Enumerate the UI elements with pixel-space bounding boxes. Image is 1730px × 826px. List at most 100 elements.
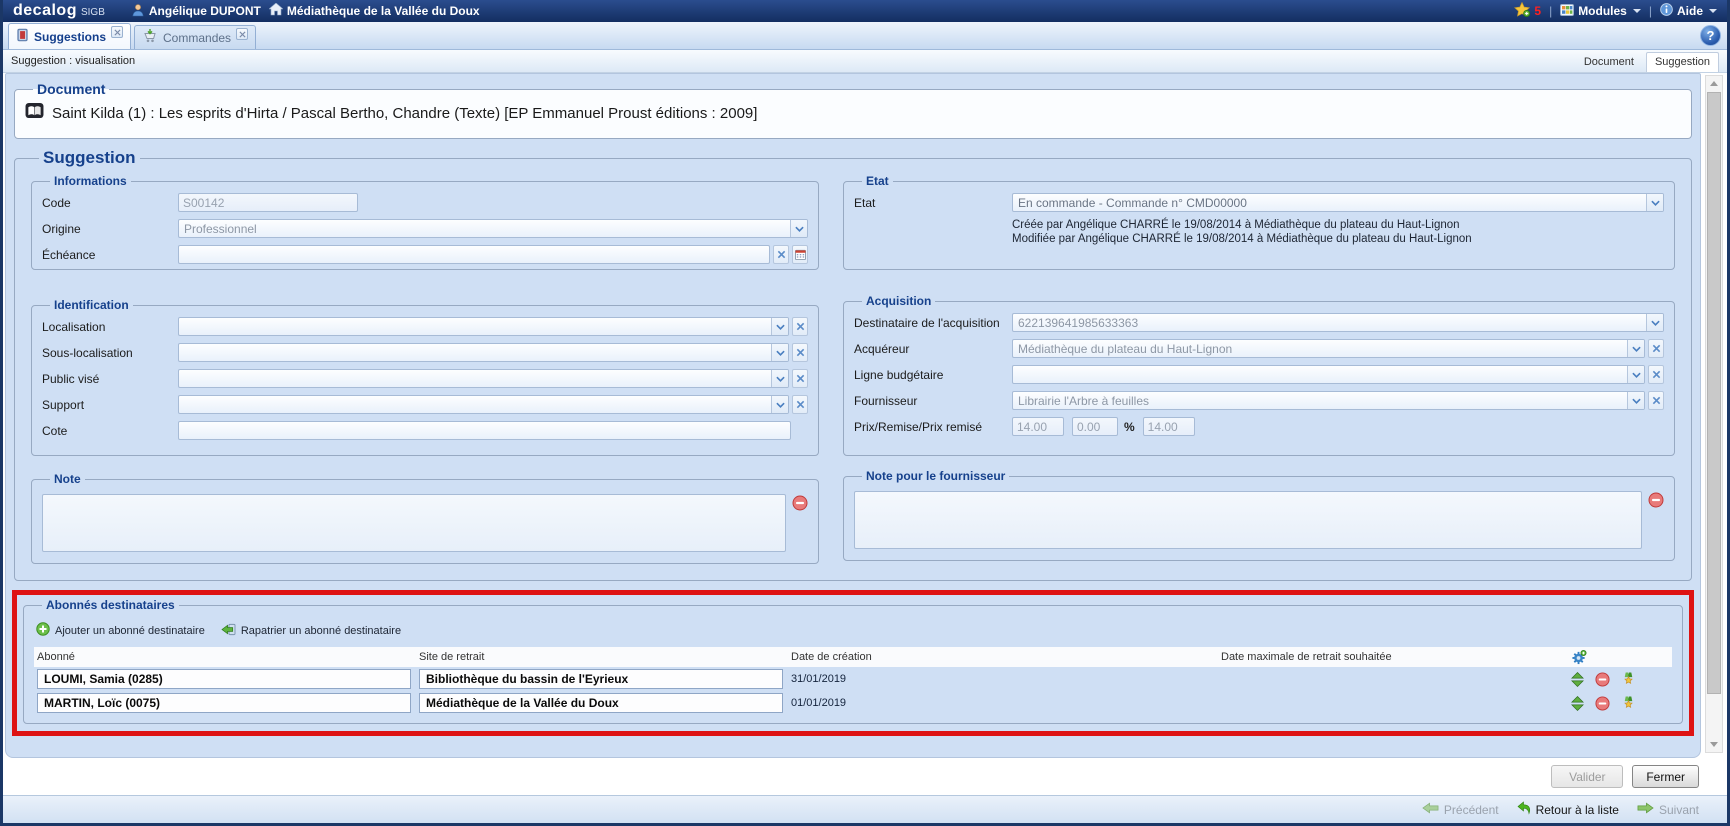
abonne-cell[interactable]: MARTIN, Loïc (0075) — [37, 693, 411, 713]
chevron-down-icon[interactable] — [1627, 366, 1644, 383]
vertical-scrollbar[interactable] — [1705, 75, 1723, 753]
remove-note-icon[interactable] — [1648, 492, 1664, 513]
localisation-select[interactable] — [178, 317, 789, 336]
remove-note-icon[interactable] — [792, 495, 808, 516]
sous-localisation-select[interactable] — [178, 343, 789, 362]
columns-gear-icon[interactable] — [1571, 650, 1669, 665]
move-row-icon[interactable] — [1571, 672, 1584, 687]
current-site[interactable]: Médiathèque de la Vallée du Doux — [269, 3, 480, 19]
caret-down-icon — [1709, 9, 1717, 13]
remove-row-icon[interactable] — [1595, 696, 1610, 711]
current-user[interactable]: Angélique DUPONT — [131, 3, 261, 20]
medal-star-icon[interactable] — [1621, 696, 1636, 711]
rapatrier-abonne-button[interactable]: Rapatrier un abonné destinataire — [221, 623, 401, 639]
code-field[interactable] — [178, 193, 358, 212]
chevron-down-icon[interactable] — [1627, 340, 1644, 357]
chevron-down-icon[interactable] — [790, 220, 807, 237]
favorites-count: 5 — [1534, 4, 1541, 18]
retour-liste-link[interactable]: Retour à la liste — [1517, 801, 1619, 818]
add-abonne-button[interactable]: Ajouter un abonné destinataire — [36, 622, 205, 639]
localisation-label: Localisation — [42, 320, 178, 334]
chevron-down-icon[interactable] — [771, 370, 788, 387]
view-suggestion[interactable]: Suggestion — [1646, 52, 1719, 72]
tab-close-icon[interactable] — [111, 26, 123, 38]
medal-star-icon[interactable] — [1621, 672, 1636, 687]
main-content: Document Saint Kilda (1) : Les esprits d… — [3, 73, 1727, 758]
retour-liste-label: Retour à la liste — [1536, 803, 1619, 817]
document-title: Saint Kilda (1) : Les esprits d'Hirta / … — [52, 105, 757, 122]
return-arrow-icon — [1517, 801, 1531, 818]
tab-suggestions[interactable]: Suggestions — [8, 23, 131, 49]
ligne-budgetaire-label: Ligne budgétaire — [854, 368, 1012, 382]
acquisition-fieldset: Acquisition Destinataire de l'acquisitio… — [843, 294, 1675, 456]
destinataire-select[interactable]: 622139641985633363 — [1012, 313, 1664, 332]
fermer-button[interactable]: Fermer — [1632, 765, 1699, 788]
precedent-link[interactable]: Précédent — [1422, 802, 1499, 817]
suivant-link[interactable]: Suivant — [1637, 802, 1699, 817]
clear-x-icon[interactable] — [792, 343, 808, 362]
clear-x-icon[interactable] — [1648, 365, 1664, 384]
chevron-down-icon[interactable] — [1646, 194, 1663, 211]
modules-grid-icon — [1560, 4, 1574, 19]
help-icon[interactable]: ? — [1700, 25, 1721, 46]
informations-fieldset: Informations Code Origine Professionnel — [31, 174, 819, 270]
cote-field[interactable] — [178, 421, 791, 440]
clear-x-icon[interactable] — [773, 245, 789, 264]
chevron-down-icon[interactable] — [771, 344, 788, 361]
view-switch: Document Suggestion — [1576, 50, 1719, 72]
view-document[interactable]: Document — [1576, 53, 1642, 72]
site-retrait-cell[interactable]: Médiathèque de la Vallée du Doux — [419, 693, 783, 713]
remise-field[interactable] — [1072, 417, 1118, 436]
scroll-up-icon[interactable] — [1706, 76, 1722, 91]
chevron-down-icon[interactable] — [1646, 314, 1663, 331]
table-row: LOUMI, Samia (0285) Bibliothèque du bass… — [34, 667, 1672, 691]
aide-menu[interactable]: Aide — [1660, 3, 1717, 19]
etat-select[interactable]: En commande - Commande n° CMD00000 — [1012, 193, 1664, 212]
fournisseur-select[interactable]: Librairie l'Arbre à feuilles — [1012, 391, 1645, 410]
chevron-down-icon[interactable] — [771, 396, 788, 413]
site-name: Médiathèque de la Vallée du Doux — [287, 4, 480, 18]
prix-field[interactable] — [1012, 417, 1064, 436]
scrollbar-thumb[interactable] — [1707, 92, 1721, 694]
clear-x-icon[interactable] — [792, 395, 808, 414]
abonne-cell[interactable]: LOUMI, Samia (0285) — [37, 669, 411, 689]
tab-commandes[interactable]: Commandes — [134, 25, 256, 49]
public-vise-select[interactable] — [178, 369, 789, 388]
modules-menu[interactable]: Modules — [1560, 4, 1641, 19]
move-row-icon[interactable] — [1571, 696, 1584, 711]
clear-x-icon[interactable] — [792, 369, 808, 388]
clear-x-icon[interactable] — [1648, 339, 1664, 358]
valider-button[interactable]: Valider — [1551, 765, 1623, 788]
favorites-button[interactable]: 5 — [1514, 2, 1541, 20]
column-header-site[interactable]: Site de retrait — [419, 651, 791, 663]
chevron-down-icon[interactable] — [1627, 392, 1644, 409]
star-plus-icon — [1514, 2, 1530, 20]
remove-row-icon[interactable] — [1595, 672, 1610, 687]
column-header-date-max[interactable]: Date maximale de retrait souhaitée — [1221, 651, 1563, 663]
note-fournisseur-textarea[interactable] — [854, 491, 1642, 549]
breadcrumb: Suggestion : visualisation Document Sugg… — [3, 50, 1727, 73]
document-legend: Document — [33, 81, 109, 97]
support-select[interactable] — [178, 395, 789, 414]
prix-remise-field[interactable] — [1143, 417, 1195, 436]
note-textarea[interactable] — [42, 494, 786, 552]
caret-down-icon — [1633, 9, 1641, 13]
clear-x-icon[interactable] — [1648, 391, 1664, 410]
origine-select[interactable]: Professionnel — [178, 219, 808, 238]
column-header-abonne[interactable]: Abonné — [37, 651, 419, 663]
rapatrier-abonne-label: Rapatrier un abonné destinataire — [241, 625, 401, 637]
modules-label: Modules — [1578, 4, 1627, 18]
abonnes-table-header: Abonné Site de retrait Date de création … — [34, 647, 1672, 667]
chevron-down-icon[interactable] — [771, 318, 788, 335]
destinataire-label: Destinataire de l'acquisition — [854, 316, 1012, 330]
clear-x-icon[interactable] — [792, 317, 808, 336]
scroll-down-icon[interactable] — [1706, 737, 1722, 752]
calendar-icon[interactable] — [792, 245, 808, 264]
acquereur-select[interactable]: Médiathèque du plateau du Haut-Lignon — [1012, 339, 1645, 358]
site-retrait-cell[interactable]: Bibliothèque du bassin de l'Eyrieux — [419, 669, 783, 689]
column-header-date-creation[interactable]: Date de création — [791, 651, 1221, 663]
ligne-budgetaire-select[interactable] — [1012, 365, 1645, 384]
echeance-field[interactable] — [178, 245, 770, 264]
tab-close-icon[interactable] — [236, 28, 248, 40]
app-logo[interactable]: decalog SIGB — [13, 2, 105, 20]
